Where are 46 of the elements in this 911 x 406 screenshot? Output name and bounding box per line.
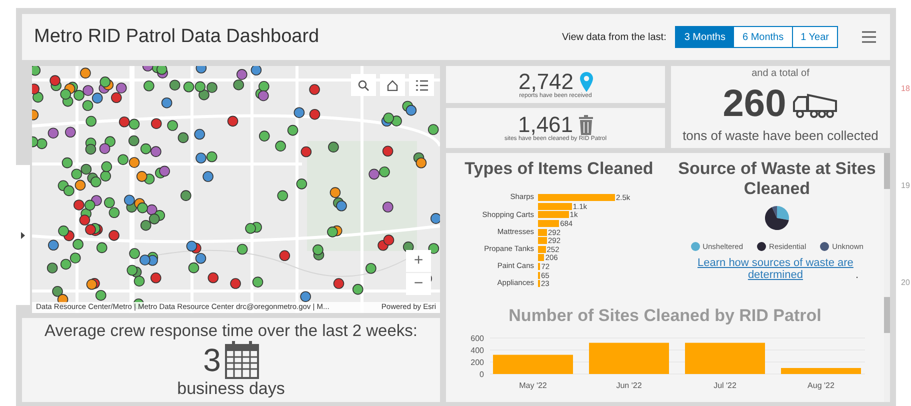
response-unit: business days <box>177 378 285 398</box>
y-tick-label: 200 <box>470 358 484 368</box>
list-button[interactable] <box>409 74 434 96</box>
range-label: View data from the last: <box>562 32 666 42</box>
total-caption: tons of waste have been collected <box>682 128 878 143</box>
pie-chart-drawing <box>765 206 789 230</box>
chart-title: Types of Items Cleaned <box>464 159 654 180</box>
chart-title: Source of Waste at Sites Cleaned <box>677 159 877 200</box>
margin-number: 20 <box>901 278 911 287</box>
x-tick-label: Jul '22 <box>714 381 736 390</box>
y-tick-label: 600 <box>470 334 484 344</box>
search-button[interactable] <box>351 74 376 96</box>
chart-title: Number of Sites Cleaned by RID Patrol <box>508 306 822 326</box>
x-tick-label: Aug '22 <box>808 381 834 390</box>
range-button[interactable]: 6 Months <box>733 26 793 48</box>
x-tick-label: Jun '22 <box>616 381 642 390</box>
margin-number: 19 <box>901 181 911 190</box>
margin-number: 18 <box>901 84 911 93</box>
response-value: 3 <box>203 344 221 376</box>
menu-icon <box>862 31 876 43</box>
zoom-out-button[interactable]: − <box>406 273 431 295</box>
dashboard-title: Metro RID Patrol Data Dashboard <box>34 26 320 48</box>
learn-more-text: Learn how sources of waste are determined . <box>692 256 862 281</box>
home-icon <box>387 80 398 90</box>
zoom-in-button[interactable]: + <box>406 250 431 272</box>
total-intro: and a total of <box>752 68 810 79</box>
home-button[interactable] <box>380 74 405 96</box>
x-tick-label: May '22 <box>519 381 547 390</box>
range-button[interactable]: 1 Year <box>792 26 838 48</box>
y-tick-label: 400 <box>470 346 484 356</box>
trash-icon <box>579 115 594 135</box>
stat-value: 2,742 <box>518 70 574 92</box>
list-icon <box>416 80 428 90</box>
total-value: 260 <box>722 84 786 122</box>
response-heading: Average crew response time over the last 2 weeks: <box>44 322 418 340</box>
caret-icon <box>21 232 25 238</box>
scrollbar[interactable] <box>884 153 890 402</box>
calendar-icon <box>224 340 259 378</box>
y-tick-label: 0 <box>480 370 484 380</box>
panel-toggle[interactable] <box>16 165 30 305</box>
stat-value: 1,461 <box>518 114 574 136</box>
search-icon <box>358 80 369 90</box>
map-pin-icon <box>580 72 593 92</box>
menu-button[interactable] <box>862 31 876 43</box>
range-button[interactable]: 3 Months <box>675 26 734 48</box>
learn-more-link[interactable]: Learn how sources of waste are determined <box>695 256 856 281</box>
